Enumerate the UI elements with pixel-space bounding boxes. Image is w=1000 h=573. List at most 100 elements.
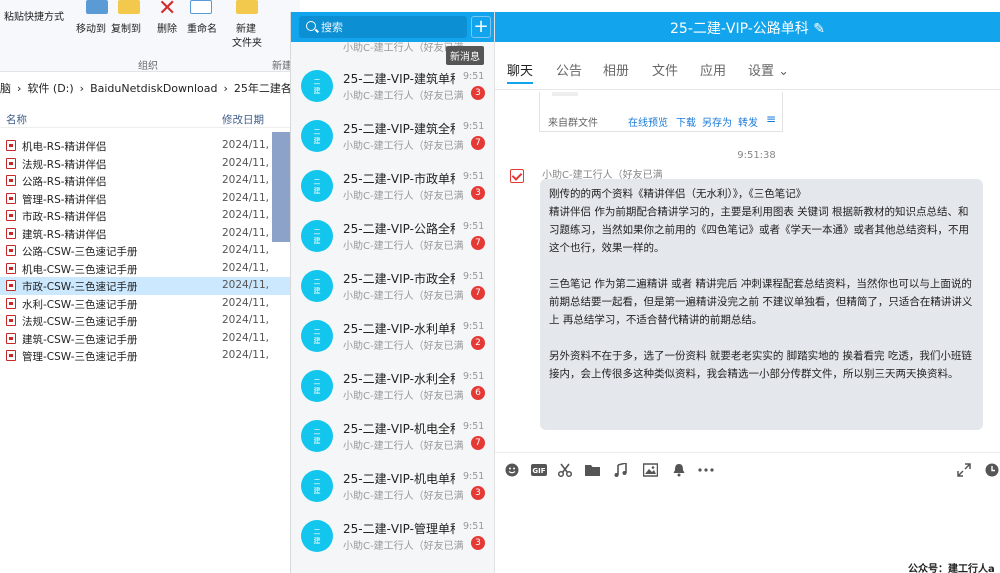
download-link[interactable]: 下载 — [676, 114, 696, 129]
conversation-item[interactable]: 二 建 25-二建-VIP-市政单科 小助C-建工行人（好友已满 9:51 3 — [291, 160, 494, 210]
conversation-time: 9:51 — [463, 221, 485, 232]
conversation-item[interactable]: 二 建 25-二建-VIP-管理单科 小助C-建工行人（好友已满 9:51 3 — [291, 510, 494, 560]
file-row[interactable]: 管理-CSW-三色速记手册 2024/11, — [0, 347, 300, 365]
conversation-time: 9:51 — [463, 471, 485, 482]
search-input[interactable] — [321, 19, 461, 35]
tab-apps[interactable]: 应用 — [700, 60, 726, 79]
folder-icon[interactable] — [585, 463, 600, 477]
search-box[interactable] — [299, 16, 467, 38]
file-name: 市政-RS-精讲伴侣 — [22, 211, 107, 223]
rename-button[interactable]: 重命名 — [187, 20, 217, 35]
group-avatar: 二 建 — [301, 220, 333, 252]
conversation-last-message: 小助C-建工行人（好友已满 — [343, 541, 463, 552]
conversation-item[interactable]: 二 建 25-二建-VIP-机电单科 小助C-建工行人（好友已满 9:51 3 — [291, 460, 494, 510]
tab-files[interactable]: 文件 — [652, 60, 678, 79]
file-row[interactable]: 机电-RS-精讲伴侣 2024/11, — [0, 137, 300, 155]
file-name: 建筑-CSW-三色速记手册 — [22, 333, 138, 346]
group-avatar: 二 建 — [301, 370, 333, 402]
conversation-item[interactable]: 二 建 25-二建-VIP-机电全科 小助C-建工行人（好友已满 9:51 7 — [291, 410, 494, 460]
save-as-link[interactable]: 另存为 — [702, 114, 732, 129]
file-name: 管理-RS-精讲伴侣 — [22, 193, 107, 206]
breadcrumb-segment[interactable]: 软件 (D:) — [27, 82, 73, 95]
file-modified-date: 2024/11, — [222, 279, 269, 291]
breadcrumb-segment[interactable]: BaiduNetdiskDownload — [90, 82, 217, 95]
breadcrumb[interactable]: 脑 › 软件 (D:) › BaiduNetdiskDownload › 25年二建各科 — [0, 80, 300, 98]
move-to-button[interactable]: 移动到 — [76, 20, 106, 35]
unread-badge: 7 — [471, 286, 485, 300]
message-select-checkbox[interactable] — [510, 169, 524, 183]
new-folder-button[interactable]: 新建 — [236, 20, 256, 35]
conversation-title: 25-二建-VIP-机电单科 — [343, 472, 455, 486]
column-modified-header[interactable]: 修改日期 — [222, 112, 264, 127]
scissors-icon[interactable] — [558, 463, 572, 477]
conversation-title: 25-二建-VIP-建筑单科 — [343, 72, 455, 86]
file-row[interactable]: 市政-RS-精讲伴侣 2024/11, — [0, 207, 300, 225]
conversation-item[interactable]: 二 建 25-二建-VIP-水利全科 小助C-建工行人（好友已满 9:51 6 — [291, 360, 494, 410]
image-icon[interactable] — [643, 463, 658, 477]
file-row[interactable]: 水利-CSW-三色速记手册 2024/11, — [0, 295, 300, 313]
file-row[interactable]: 法规-CSW-三色速记手册 2024/11, — [0, 312, 300, 330]
music-icon[interactable] — [614, 463, 628, 477]
file-row[interactable]: 市政-CSW-三色速记手册 2024/11, — [0, 277, 300, 295]
tab-album[interactable]: 相册 — [603, 60, 629, 79]
column-name-header[interactable]: 名称 — [6, 112, 27, 127]
paste-shortcut-button[interactable]: 粘贴快捷方式 — [4, 8, 64, 23]
group-avatar: 二 建 — [301, 470, 333, 502]
file-row[interactable]: 建筑-RS-精讲伴侣 2024/11, — [0, 225, 300, 243]
conversation-time: 9:51 — [463, 371, 485, 382]
conversation-item[interactable]: 二 建 25-二建-VIP-公路全科 小助C-建工行人（好友已满 9:51 7 — [291, 210, 494, 260]
copy-to-button[interactable]: 复制到 — [111, 20, 141, 35]
group-avatar: 二 建 — [301, 520, 333, 552]
group-avatar: 二 建 — [301, 70, 333, 102]
conversation-item[interactable]: 二 建 25-二建-VIP-市政全科 小助C-建工行人（好友已满 9:51 7 — [291, 260, 494, 310]
gif-icon[interactable]: GIF — [531, 463, 547, 477]
new-folder-button-line2: 文件夹 — [232, 38, 262, 49]
conversation-last-message: 小助C-建工行人（好友已满 — [343, 291, 463, 302]
message-bubble[interactable]: 刚传的的两个资料《精讲伴侣（无水利）》，《三色笔记》 精讲伴侣 作为前期配合精讲学… — [540, 179, 983, 430]
preview-online-link[interactable]: 在线预览 — [628, 114, 668, 129]
clock-icon[interactable] — [985, 463, 999, 477]
conversation-time: 9:51 — [463, 521, 485, 532]
file-row[interactable]: 建筑-CSW-三色速记手册 2024/11, — [0, 330, 300, 348]
breadcrumb-separator: › — [17, 82, 22, 95]
file-row[interactable]: 公路-CSW-三色速记手册 2024/11, — [0, 242, 300, 260]
group-avatar: 二 建 — [301, 420, 333, 452]
tab-announcement[interactable]: 公告 — [556, 60, 582, 79]
conversation-time: 9:51 — [463, 421, 485, 432]
conversation-time: 9:51 — [463, 121, 485, 132]
chat-title[interactable]: 25-二建-VIP-公路单科 ✎ — [495, 18, 1000, 38]
file-thumbnail — [552, 92, 578, 96]
file-row[interactable]: 公路-RS-精讲伴侣 2024/11, — [0, 172, 300, 190]
unread-badge: 3 — [471, 536, 485, 550]
bell-icon[interactable] — [672, 463, 686, 477]
more-icon[interactable] — [697, 463, 715, 477]
conversation-item[interactable]: 二 建 25-二建-VIP-水利单科 小助C-建工行人（好友已满 9:51 2 — [291, 310, 494, 360]
more-menu-icon[interactable]: ≡ — [766, 113, 776, 125]
conversation-item[interactable]: 二 建 25-二建-VIP-建筑单科 小助C-建工行人（好友已满 9:51 3 — [291, 60, 494, 110]
pdf-file-icon — [6, 245, 16, 256]
file-row[interactable]: 法规-RS-精讲伴侣 2024/11, — [0, 155, 300, 173]
breadcrumb-segment[interactable]: 脑 — [0, 82, 11, 95]
conversation-title: 25-二建-VIP-管理单科 — [343, 522, 455, 536]
delete-button[interactable]: 删除 — [157, 20, 177, 35]
pdf-file-icon — [6, 227, 16, 239]
unread-badge: 7 — [471, 136, 485, 150]
expand-icon[interactable] — [957, 463, 971, 477]
emoji-icon[interactable] — [505, 463, 519, 477]
file-name: 建筑-RS-精讲伴侣 — [22, 228, 107, 241]
file-row[interactable]: 管理-RS-精讲伴侣 2024/11, — [0, 190, 300, 208]
tab-settings[interactable]: 设置 ⌄ — [748, 60, 789, 79]
add-button[interactable]: + — [471, 16, 491, 38]
conversation-item[interactable]: 二 建 25-二建-VIP-建筑全科 小助C-建工行人（好友已满 9:51 7 — [291, 110, 494, 160]
message-line: 另外资料不在于多，选了一份资料 就要老老实实的 脚踏实地的 挨着看完 吃透，我们… — [549, 350, 972, 380]
pdf-file-icon — [6, 315, 16, 326]
explorer-ribbon: 粘贴快捷方式 移动到 复制到 ✕ 删除 重命名 新建 文件夹 组织 新建 — [0, 0, 300, 72]
file-modified-date: 2024/11, — [222, 296, 269, 309]
breadcrumb-separator: › — [223, 82, 228, 95]
tab-chat[interactable]: 聊天 — [507, 60, 534, 84]
conversation-time: 9:51 — [463, 321, 485, 332]
conversation-last-message: 小助C-建工行人（好友已满 — [343, 141, 463, 152]
file-name: 法规-RS-精讲伴侣 — [22, 158, 107, 171]
file-row[interactable]: 机电-CSW-三色速记手册 2024/11, — [0, 260, 300, 278]
forward-link[interactable]: 转发 — [738, 114, 758, 129]
